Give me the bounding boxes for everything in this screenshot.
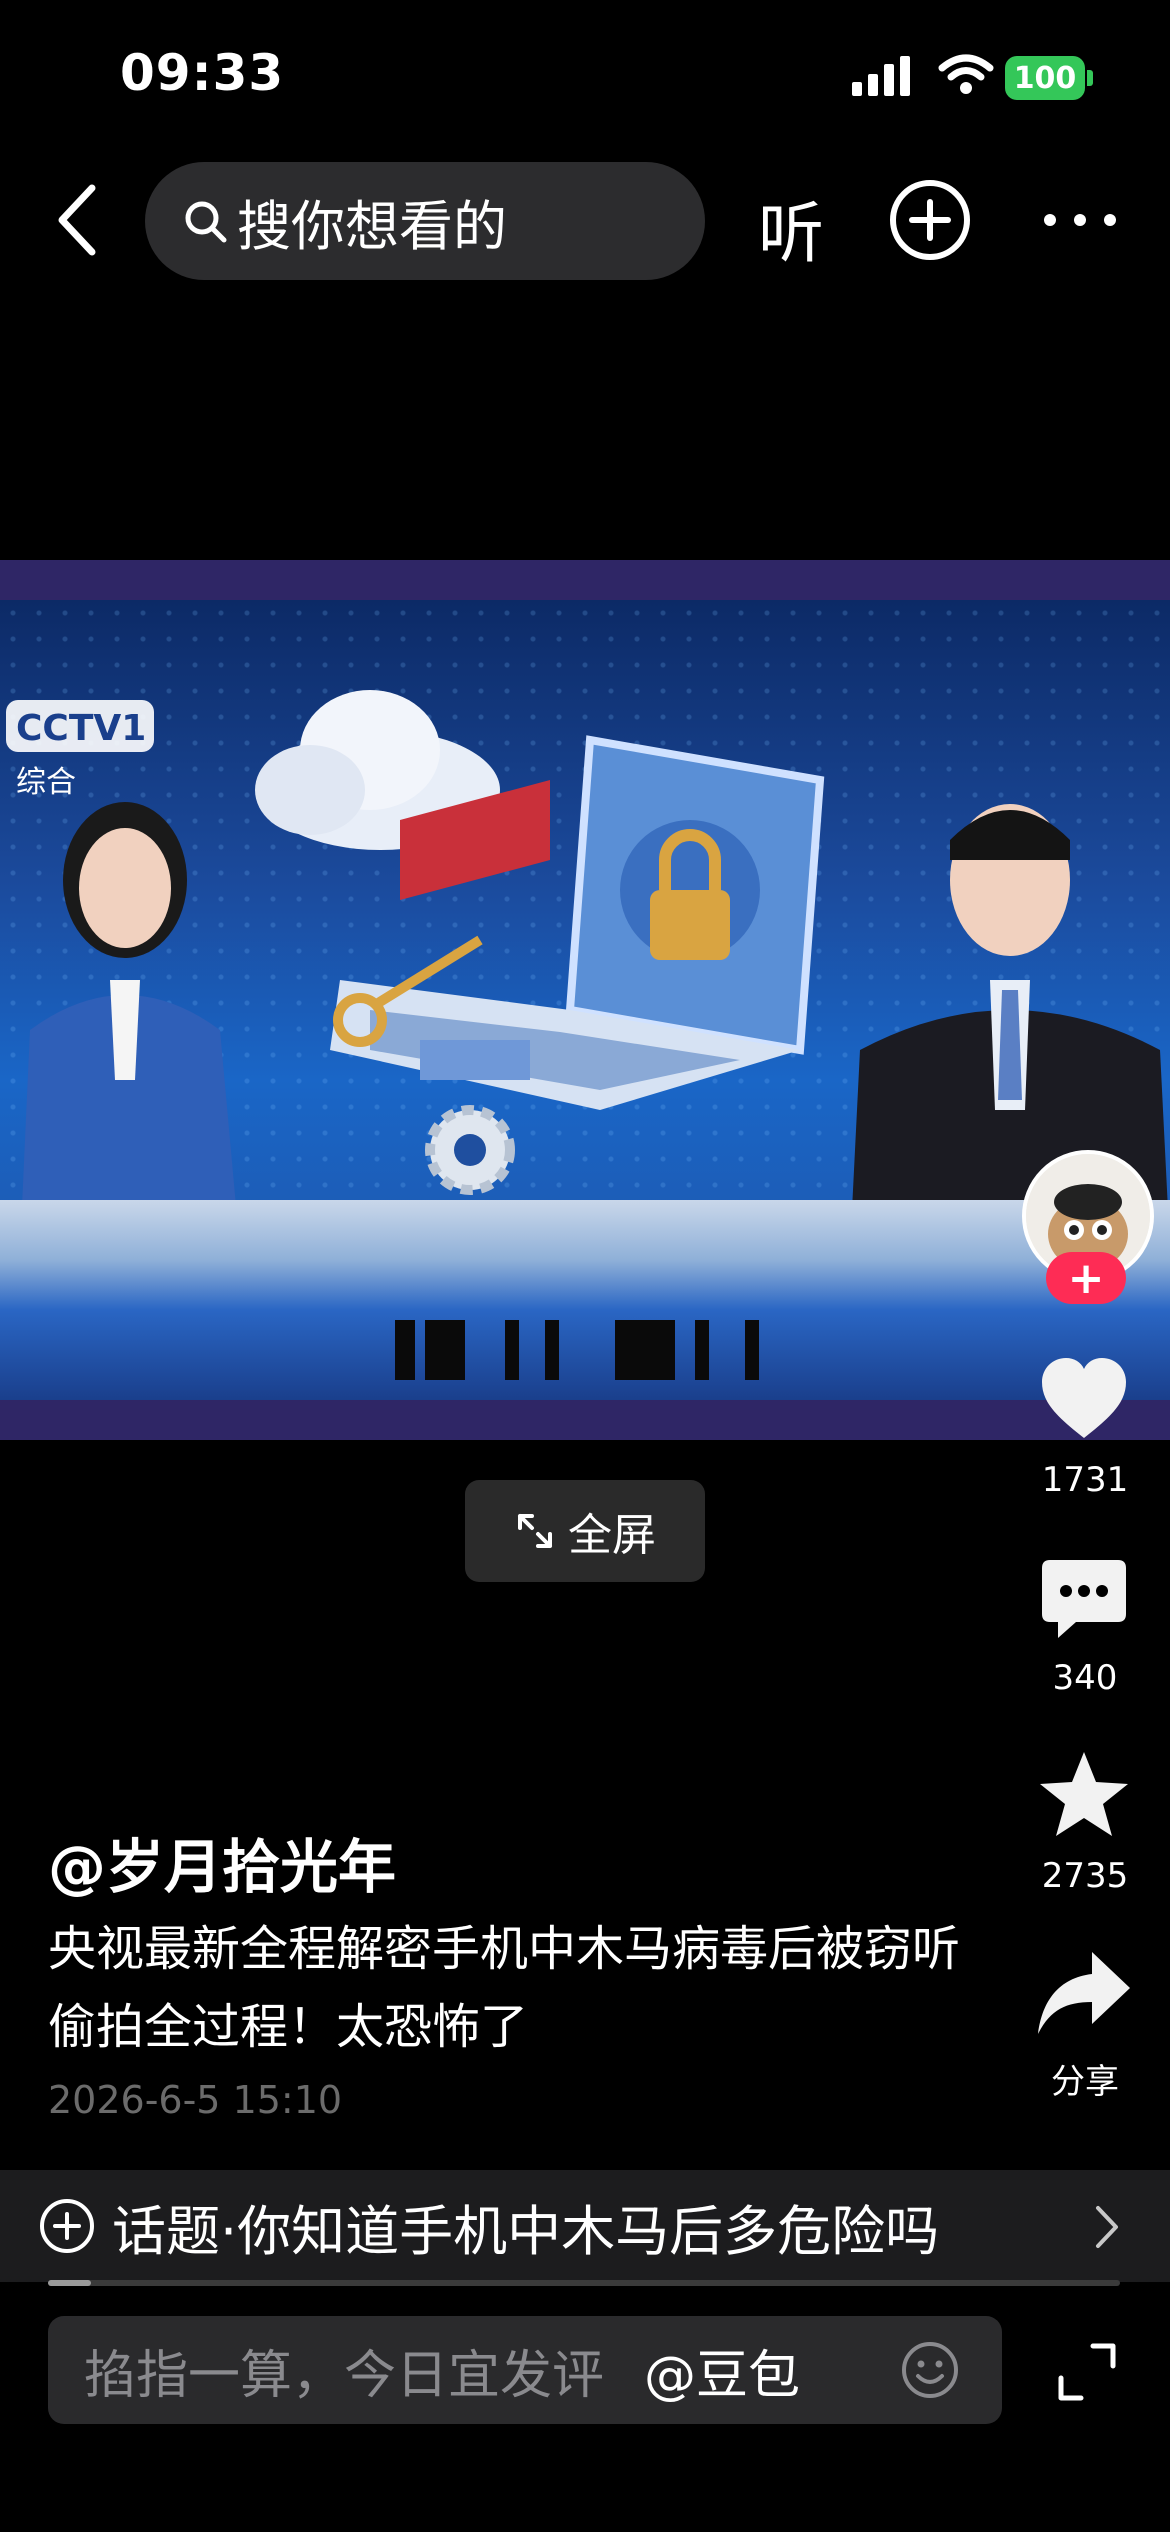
battery-cap (1087, 70, 1093, 86)
likes-count: 1731 (1041, 1460, 1129, 1500)
heart-icon[interactable] (1036, 1352, 1132, 1448)
post-date: 2026-6-5 15:10 (48, 2078, 343, 2122)
female-anchor (20, 802, 240, 1250)
mention-doubao[interactable]: @豆包 (644, 2333, 800, 2408)
emoji-icon[interactable] (900, 2340, 960, 2400)
playback-progress-fill (48, 2280, 91, 2286)
add-circle-icon[interactable] (888, 178, 972, 262)
topic-label: 话题·你知道手机中木马后多危险吗 (112, 2199, 940, 2263)
gear-graphic (425, 1105, 515, 1195)
favorites-count: 2735 (1041, 1856, 1129, 1896)
post-description: 央视最新全程解密手机中木马病毒后被窃听偷拍全过程！太恐怖了 (48, 1921, 961, 2055)
video-player[interactable]: CCTV1 综合 (0, 560, 1170, 1440)
wifi-icon (938, 54, 994, 94)
fullscreen-label: 全屏 (568, 1510, 656, 1561)
share-label[interactable]: 分享 (1015, 2054, 1155, 2103)
search-icon (185, 201, 227, 243)
listen-button[interactable]: 听 (758, 180, 824, 276)
chevron-right-icon (1096, 2206, 1118, 2248)
share-icon[interactable] (1036, 1946, 1132, 2042)
expand-arrows-icon (518, 1514, 552, 1548)
status-time: 09:33 (120, 44, 285, 102)
author-name[interactable]: @岁月拾光年 (48, 1820, 396, 1904)
comment-icon[interactable] (1036, 1552, 1132, 1648)
key-graphic (333, 935, 483, 1047)
video-watermark (395, 1320, 759, 1380)
cellular-signal-icon (852, 56, 910, 96)
topic-bar[interactable]: 话题·你知道手机中木马后多危险吗 (0, 2170, 1170, 2282)
star-icon[interactable] (1036, 1748, 1132, 1844)
more-options-icon[interactable] (1040, 200, 1120, 240)
comment-placeholder: 掐指一算，今日宜发评 (84, 2345, 605, 2406)
video-frame: CCTV1 综合 (0, 600, 1170, 1400)
battery-indicator: 100 (1005, 56, 1085, 100)
back-arrow-icon[interactable] (48, 180, 108, 260)
search-bar[interactable]: 搜你想看的 (145, 162, 705, 280)
svg-text:CCTV1: CCTV1 (16, 708, 146, 749)
topic-add-icon (40, 2199, 94, 2253)
fullscreen-button[interactable]: 全屏 (465, 1480, 705, 1582)
expand-icon[interactable] (1055, 2340, 1119, 2404)
playback-progress-track[interactable] (48, 2280, 1120, 2286)
comments-count: 340 (1052, 1658, 1118, 1698)
follow-button[interactable]: + (1046, 1252, 1126, 1304)
comment-input[interactable]: 掐指一算，今日宜发评 @豆包 (48, 2316, 1002, 2424)
search-placeholder: 搜你想看的 (237, 194, 507, 258)
